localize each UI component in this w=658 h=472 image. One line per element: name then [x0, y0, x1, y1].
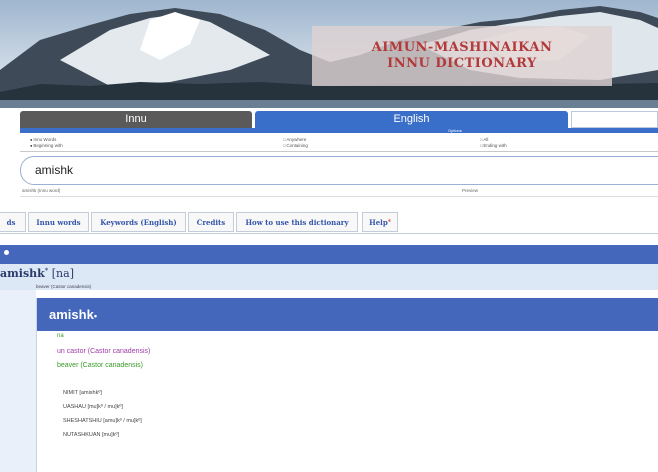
- dialect-form-sheshatshiu: SHESHATSHIU [amu]kº / mu]kº]: [63, 418, 142, 424]
- dictionary-title-plate: AIMUN-MASHINAIKAN INNU DICTIONARY: [312, 26, 612, 86]
- tab-innu-words[interactable]: Innu words: [28, 212, 89, 232]
- left-gutter: [0, 290, 36, 472]
- entry-headword[interactable]: amishk* [na]: [0, 267, 74, 280]
- entry-gloss: beaver (Castor canadensis): [36, 284, 92, 289]
- preview-label: Preview: [462, 188, 479, 193]
- search-input-value: amishk: [35, 163, 74, 177]
- dialect-form-uashau: UASHAU [mu]kº / mu]kº]: [63, 404, 123, 410]
- tab-blank[interactable]: [571, 111, 658, 128]
- suggestion-text[interactable]: amishk (Innu word): [22, 188, 60, 193]
- result-header-bar: [0, 245, 658, 264]
- detail-header: amishk•: [37, 298, 658, 331]
- options-strip: [20, 128, 658, 133]
- help-marker: *: [387, 219, 391, 226]
- dialect-form-nutashkuan: NUTASHKUAN [mu]kº]: [63, 432, 119, 438]
- detail-word-text: amishk: [49, 307, 94, 322]
- french-definition: un castor (Castor canadensis): [57, 348, 151, 355]
- part-of-speech: na: [57, 333, 64, 339]
- headword-mark: *: [44, 267, 49, 275]
- detail-word: amishk•: [49, 307, 97, 322]
- nav-tabs: ds Innu words Keywords (English) Credits…: [0, 212, 658, 234]
- headword: amishk: [0, 267, 45, 280]
- dialect-form-nimit: NIMIT [amishkº]: [63, 390, 102, 396]
- banner: AIMUN-MASHINAIKAN INNU DICTIONARY: [0, 0, 658, 108]
- option-ending-with[interactable]: Ending with: [480, 143, 506, 148]
- nav-divider: [0, 233, 658, 234]
- option-containing[interactable]: Containing: [283, 143, 308, 148]
- title-line-1: AIMUN-MASHINAIKAN: [371, 40, 553, 55]
- detail-word-mark: •: [93, 311, 97, 321]
- tab-help-label: Help: [369, 218, 388, 227]
- suggestion-row: amishk (Innu word) Preview: [20, 188, 658, 197]
- tab-how-to-use[interactable]: How to use this dictionary: [236, 212, 358, 232]
- tab-english[interactable]: English: [255, 111, 568, 128]
- entry-detail-panel: amishk• na un castor (Castor canadensis)…: [36, 298, 658, 472]
- search-input[interactable]: amishk: [20, 156, 658, 185]
- pos-tag: [na]: [51, 267, 74, 280]
- tab-words[interactable]: ds: [0, 212, 26, 232]
- options-label: Options: [448, 128, 462, 133]
- english-definition: beaver (Castor canadensis): [57, 362, 143, 369]
- title-line-2: INNU DICTIONARY: [387, 56, 537, 71]
- language-tabs: Innu English: [20, 111, 658, 128]
- tab-help[interactable]: Help*: [362, 212, 398, 232]
- option-innu-words[interactable]: Innu Words: [30, 137, 56, 142]
- entry-band: [0, 264, 658, 290]
- tab-innu[interactable]: Innu: [20, 111, 252, 128]
- option-all[interactable]: All: [480, 137, 488, 142]
- option-anywhere[interactable]: Anywhere: [283, 137, 306, 142]
- tab-keywords-english[interactable]: Keywords (English): [91, 212, 186, 232]
- divider: [20, 151, 658, 152]
- bullet-icon: [4, 250, 9, 255]
- tab-credits[interactable]: Credits: [188, 212, 234, 232]
- option-beginning-with[interactable]: Beginning with: [30, 143, 62, 148]
